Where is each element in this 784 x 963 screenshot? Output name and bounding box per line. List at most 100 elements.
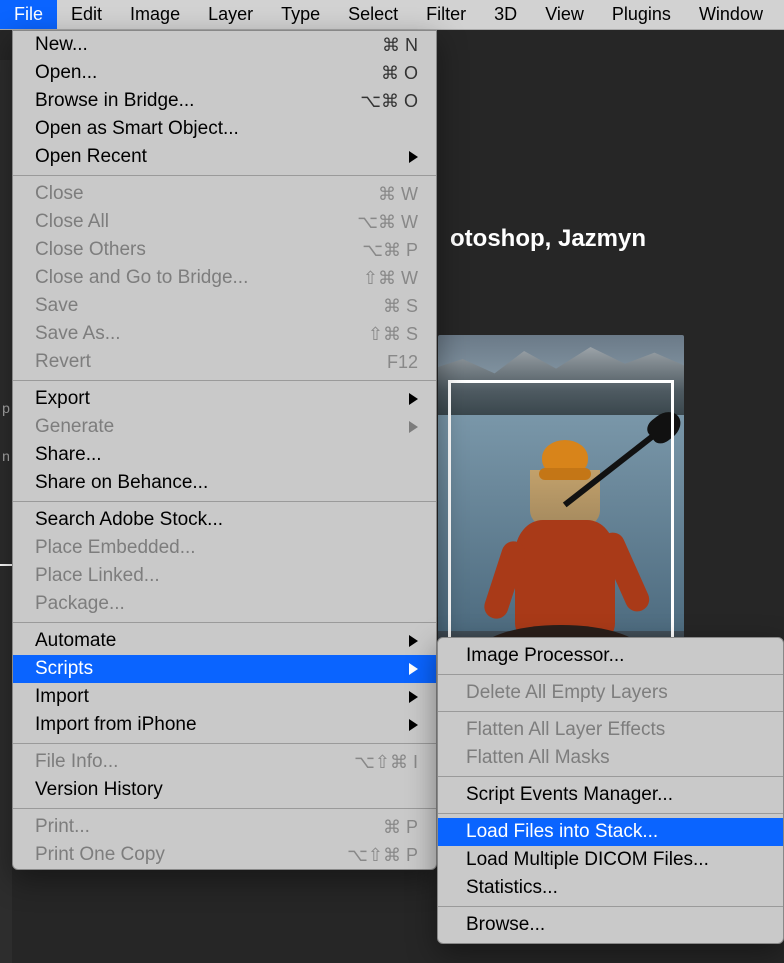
menu-item-label: New... <box>35 34 88 56</box>
menu-item-label: Place Embedded... <box>35 537 196 559</box>
menu-bar-item-type[interactable]: Type <box>267 0 334 29</box>
file-menu-item-import[interactable]: Import <box>13 683 436 711</box>
file-menu-item-close-and-go-to-bridge: Close and Go to Bridge... ⇧⌘ W <box>13 264 436 292</box>
chevron-right-icon <box>409 719 418 731</box>
menu-bar-item-select[interactable]: Select <box>334 0 412 29</box>
menu-item-label: Statistics... <box>466 877 558 899</box>
file-menu-item-import-from-iphone[interactable]: Import from iPhone <box>13 711 436 739</box>
menu-item-shortcut: ⌥⇧⌘ P <box>347 845 418 866</box>
chevron-right-icon <box>409 635 418 647</box>
file-menu-item-close-all: Close All⌥⌘ W <box>13 208 436 236</box>
menu-item-shortcut: ⌘ W <box>378 184 418 205</box>
menu-item-label: Import from iPhone <box>35 714 197 736</box>
menu-item-shortcut: ⇧⌘ W <box>363 268 418 289</box>
file-menu-item-generate: Generate <box>13 413 436 441</box>
scripts-submenu-separator <box>438 906 783 907</box>
menu-item-label: Scripts <box>35 658 93 680</box>
hero-image <box>438 335 684 665</box>
file-menu-item-print: Print...⌘ P <box>13 813 436 841</box>
menu-item-label: Flatten All Masks <box>466 747 610 769</box>
menu-bar-item-3d[interactable]: 3D <box>480 0 531 29</box>
menu-item-label: Save As... <box>35 323 121 345</box>
menu-item-shortcut: F12 <box>387 352 418 373</box>
scripts-submenu-item-image-processor[interactable]: Image Processor... <box>438 642 783 670</box>
file-menu-item-browse-in-bridge[interactable]: Browse in Bridge...⌥⌘ O <box>13 87 436 115</box>
menu-item-label: Print... <box>35 816 90 838</box>
menu-item-label: Browse in Bridge... <box>35 90 194 112</box>
menu-item-shortcut: ⌘ N <box>382 35 418 56</box>
file-menu-dropdown: New...⌘ NOpen...⌘ OBrowse in Bridge...⌥⌘… <box>12 30 437 870</box>
menu-item-label: Close All <box>35 211 109 233</box>
file-menu-item-close-others: Close Others⌥⌘ P <box>13 236 436 264</box>
menu-item-label: Script Events Manager... <box>466 784 673 806</box>
file-menu-item-automate[interactable]: Automate <box>13 627 436 655</box>
file-menu-item-open-as-smart-object[interactable]: Open as Smart Object... <box>13 115 436 143</box>
chevron-right-icon <box>409 393 418 405</box>
menu-item-label: Generate <box>35 416 114 438</box>
file-menu-item-revert: RevertF12 <box>13 348 436 376</box>
scripts-submenu: Image Processor...Delete All Empty Layer… <box>437 637 784 944</box>
chevron-right-icon <box>409 421 418 433</box>
menu-item-label: Import <box>35 686 89 708</box>
file-menu-item-open[interactable]: Open...⌘ O <box>13 59 436 87</box>
menu-item-label: Image Processor... <box>466 645 624 667</box>
file-menu-separator <box>13 622 436 623</box>
menu-bar-item-layer[interactable]: Layer <box>194 0 267 29</box>
menu-item-label: Share on Behance... <box>35 472 208 494</box>
menu-item-label: Close <box>35 183 84 205</box>
welcome-heading: otoshop, Jazmyn <box>450 225 646 253</box>
menu-item-label: Share... <box>35 444 102 466</box>
menu-item-shortcut: ⌥⇧⌘ I <box>354 752 418 773</box>
file-menu-item-save: Save ⌘ S <box>13 292 436 320</box>
file-menu-item-place-embedded: Place Embedded... <box>13 534 436 562</box>
crop-overlay-icon <box>448 380 674 642</box>
menu-bar-item-view[interactable]: View <box>531 0 598 29</box>
menu-item-label: Automate <box>35 630 116 652</box>
file-menu-item-close: Close ⌘ W <box>13 180 436 208</box>
file-menu-item-search-adobe-stock[interactable]: Search Adobe Stock... <box>13 506 436 534</box>
menu-item-label: Close and Go to Bridge... <box>35 267 248 289</box>
left-tool-strip: p n <box>0 60 12 963</box>
file-menu-separator <box>13 175 436 176</box>
scripts-submenu-item-statistics[interactable]: Statistics... <box>438 874 783 902</box>
menu-item-label: Open Recent <box>35 146 147 168</box>
chevron-right-icon <box>409 151 418 163</box>
scripts-submenu-item-load-multiple-dicom-files[interactable]: Load Multiple DICOM Files... <box>438 846 783 874</box>
menu-item-shortcut: ⌘ O <box>381 63 418 84</box>
menu-bar-item-plugins[interactable]: Plugins <box>598 0 685 29</box>
menu-item-label: Open as Smart Object... <box>35 118 239 140</box>
scripts-submenu-item-browse[interactable]: Browse... <box>438 911 783 939</box>
scripts-submenu-item-script-events-manager[interactable]: Script Events Manager... <box>438 781 783 809</box>
scripts-submenu-separator <box>438 711 783 712</box>
scripts-submenu-item-load-files-into-stack[interactable]: Load Files into Stack... <box>438 818 783 846</box>
file-menu-item-share[interactable]: Share... <box>13 441 436 469</box>
file-menu-item-scripts[interactable]: Scripts <box>13 655 436 683</box>
menu-item-label: Save <box>35 295 78 317</box>
scripts-submenu-separator <box>438 813 783 814</box>
menu-item-shortcut: ⌥⌘ P <box>362 240 418 261</box>
file-menu-item-new[interactable]: New... ⌘ N <box>13 31 436 59</box>
menu-item-label: Place Linked... <box>35 565 160 587</box>
menu-bar-item-image[interactable]: Image <box>116 0 194 29</box>
menu-bar-item-edit[interactable]: Edit <box>57 0 116 29</box>
file-menu-item-print-one-copy: Print One Copy⌥⇧⌘ P <box>13 841 436 869</box>
menu-item-label: Version History <box>35 779 163 801</box>
menu-item-label: Search Adobe Stock... <box>35 509 223 531</box>
menu-bar-item-filter[interactable]: Filter <box>412 0 480 29</box>
menu-bar-item-file[interactable]: File <box>0 0 57 29</box>
menu-item-label: File Info... <box>35 751 118 773</box>
file-menu-item-open-recent[interactable]: Open Recent <box>13 143 436 171</box>
menu-item-label: Export <box>35 388 90 410</box>
file-menu-separator <box>13 808 436 809</box>
menu-bar-item-window[interactable]: Window <box>685 0 777 29</box>
menu-item-shortcut: ⌘ S <box>383 296 418 317</box>
file-menu-item-export[interactable]: Export <box>13 385 436 413</box>
file-menu-item-version-history[interactable]: Version History <box>13 776 436 804</box>
scripts-submenu-separator <box>438 674 783 675</box>
menu-item-label: Load Files into Stack... <box>466 821 658 843</box>
scripts-submenu-item-flatten-all-layer-effects: Flatten All Layer Effects <box>438 716 783 744</box>
file-menu-item-share-on-behance[interactable]: Share on Behance... <box>13 469 436 497</box>
menu-item-shortcut: ⇧⌘ S <box>368 324 418 345</box>
menu-item-label: Load Multiple DICOM Files... <box>466 849 709 871</box>
scripts-submenu-item-flatten-all-masks: Flatten All Masks <box>438 744 783 772</box>
